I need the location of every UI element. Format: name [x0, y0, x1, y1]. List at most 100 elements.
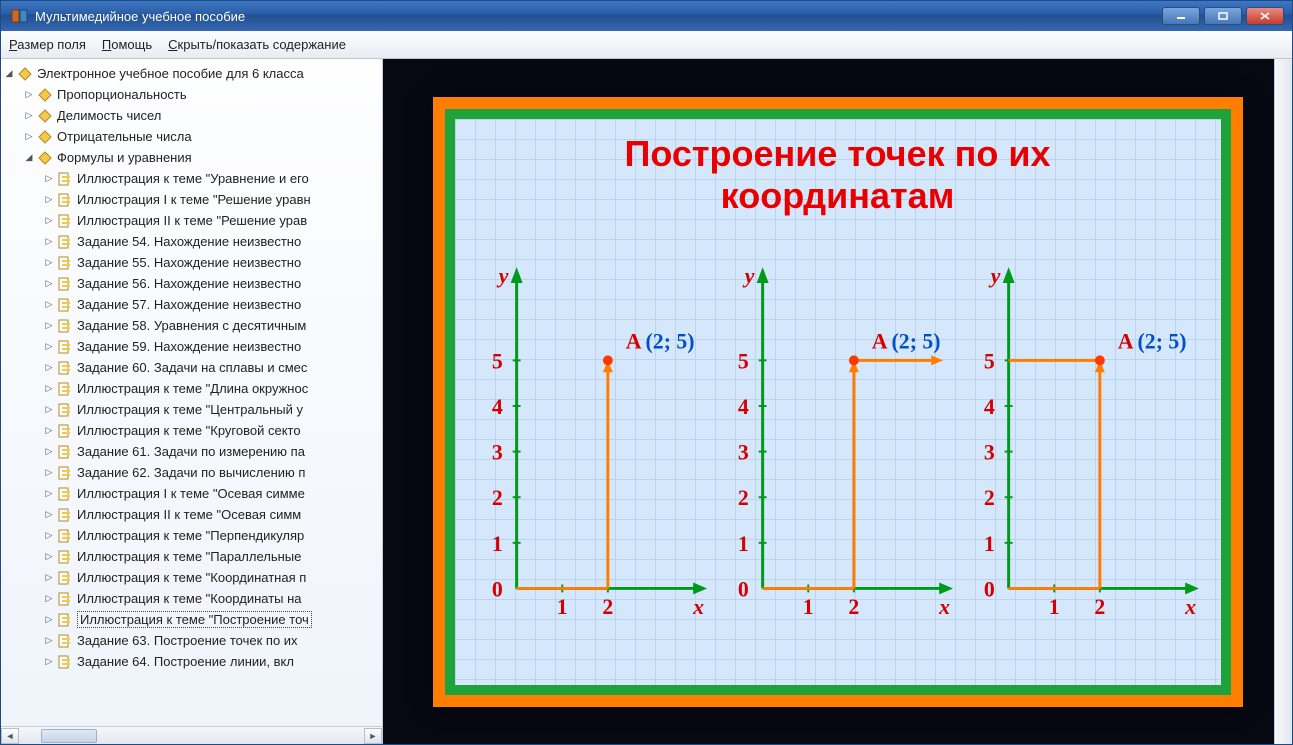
tree-item[interactable]: ▷Иллюстрация к теме "Координаты на — [3, 588, 380, 609]
tree-item[interactable]: ▷ Задание 54. Нахождение неизвестно — [3, 231, 380, 252]
expand-icon[interactable]: ▷ — [43, 425, 55, 437]
svg-text:3: 3 — [491, 441, 502, 465]
tree-item[interactable]: ▷ Иллюстрация к теме "Круговой секто — [3, 420, 380, 441]
menu-field-size[interactable]: Размер поля — [9, 37, 86, 52]
tree-item[interactable]: ▷Задание 61. Задачи по измерению па — [3, 441, 380, 462]
expand-icon[interactable]: ▷ — [43, 341, 55, 353]
expand-icon[interactable]: ▷ — [43, 320, 55, 332]
svg-text:(2; 5): (2; 5) — [891, 330, 940, 354]
svg-text:1: 1 — [802, 596, 813, 620]
maximize-button[interactable] — [1204, 7, 1242, 25]
menu-label: крыть/показать содержание — [178, 37, 346, 52]
collapse-icon[interactable]: ◢ — [23, 152, 35, 164]
svg-text:2: 2 — [491, 486, 502, 510]
tree-item-label: Задание 58. Уравнения с десятичным — [77, 318, 306, 333]
tree-item-label: Задание 64. Построение линии, вкл — [77, 654, 294, 669]
expand-icon[interactable]: ▷ — [43, 404, 55, 416]
tree-item[interactable]: ▷ Задание 60. Задачи на сплавы и смес — [3, 357, 380, 378]
minimize-button[interactable] — [1162, 7, 1200, 25]
tree-item[interactable]: ◢Формулы и уравнения — [3, 147, 380, 168]
tree-item-label: Иллюстрация II к теме "Решение урав — [77, 213, 307, 228]
scroll-right-button[interactable]: ► — [364, 728, 382, 744]
expand-icon[interactable]: ▷ — [43, 299, 55, 311]
expand-icon[interactable]: ▷ — [43, 257, 55, 269]
svg-text:1: 1 — [1048, 596, 1059, 620]
menu-help[interactable]: Помощь — [102, 37, 152, 52]
expand-icon[interactable]: ▷ — [43, 488, 55, 500]
tree-item[interactable]: ▷Задание 63. Построение точек по их — [3, 630, 380, 651]
coordinate-chart-2: 01234512A(2; 5)yx — [719, 235, 957, 664]
expand-icon[interactable]: ▷ — [43, 593, 55, 605]
expand-icon[interactable]: ▷ — [43, 572, 55, 584]
tree-item[interactable]: ▷Иллюстрация к теме "Координатная п — [3, 567, 380, 588]
svg-text:0: 0 — [737, 578, 748, 602]
titlebar[interactable]: Мультимедийное учебное пособие — [1, 1, 1292, 31]
tree-item[interactable]: ▷Иллюстрация к теме "Центральный у — [3, 399, 380, 420]
expand-icon[interactable]: ▷ — [43, 530, 55, 542]
tree-item-label: Электронное учебное пособие для 6 класса — [37, 66, 304, 81]
tree-item[interactable]: ▷Задание 57. Нахождение неизвестно — [3, 294, 380, 315]
expand-icon[interactable]: ▷ — [43, 635, 55, 647]
svg-text:5: 5 — [983, 350, 994, 374]
svg-text:y: y — [987, 264, 1000, 288]
expand-icon[interactable]: ▷ — [23, 89, 35, 101]
tree-item[interactable]: ▷Задание 56. Нахождение неизвестно — [3, 273, 380, 294]
tree-item[interactable]: ▷Пропорциональность — [3, 84, 380, 105]
close-button[interactable] — [1246, 7, 1284, 25]
tree-item[interactable]: ▷ Иллюстрация I к теме "Осевая симме — [3, 483, 380, 504]
v-scrollbar[interactable] — [1274, 59, 1292, 744]
expand-icon[interactable]: ▷ — [43, 383, 55, 395]
tree-item-label: Иллюстрация I к теме "Осевая симме — [77, 486, 305, 501]
expand-icon[interactable]: ▷ — [43, 614, 55, 626]
tree-item[interactable]: ▷Иллюстрация к теме "Уравнение и его — [3, 168, 380, 189]
tree[interactable]: ◢ Электронное учебное пособие для 6 класс… — [1, 59, 382, 696]
expand-icon[interactable]: ▷ — [43, 194, 55, 206]
svg-text:(2; 5): (2; 5) — [1137, 330, 1186, 354]
expand-icon[interactable]: ▷ — [43, 446, 55, 458]
tree-item[interactable]: ▷Иллюстрация к теме "Длина окружнос — [3, 378, 380, 399]
menubar: Размер поля Помощь Скрыть/показать содер… — [1, 31, 1292, 59]
tree-item[interactable]: ▷Делимость чисел — [3, 105, 380, 126]
tree-item-label: Иллюстрация к теме "Круговой секто — [77, 423, 301, 438]
tree-item[interactable]: ▷Иллюстрация II к теме "Осевая симм — [3, 504, 380, 525]
expand-icon[interactable]: ▷ — [23, 110, 35, 122]
svg-text:2: 2 — [737, 486, 748, 510]
menu-toggle-toc[interactable]: Скрыть/показать содержание — [168, 37, 346, 52]
scroll-thumb[interactable] — [41, 729, 97, 743]
tree-item[interactable]: ▷Иллюстрация к теме "Параллельные — [3, 546, 380, 567]
tree-item[interactable]: ▷Иллюстрация к теме "Перпендикуляр — [3, 525, 380, 546]
scroll-left-button[interactable]: ◄ — [1, 728, 19, 744]
expand-icon[interactable]: ▷ — [43, 362, 55, 374]
tree-item[interactable]: ▷ Иллюстрация I к теме "Решение уравн — [3, 189, 380, 210]
expand-icon[interactable]: ▷ — [43, 278, 55, 290]
tree-item[interactable]: ◢ Электронное учебное пособие для 6 класс… — [3, 63, 380, 84]
expand-icon[interactable]: ▷ — [43, 551, 55, 563]
expand-icon[interactable]: ▷ — [23, 131, 35, 143]
tree-item[interactable]: ▷Отрицательные числа — [3, 126, 380, 147]
tree-item-label: Задание 60. Задачи на сплавы и смес — [77, 360, 307, 375]
svg-text:y: y — [495, 264, 508, 288]
tree-item[interactable]: ▷Иллюстрация к теме "Построение точ — [3, 609, 380, 630]
tree-item[interactable]: ▷ Задание 64. Построение линии, вкл — [3, 651, 380, 672]
expand-icon[interactable]: ▷ — [43, 656, 55, 668]
tree-item[interactable]: ▷Задание 62. Задачи по вычислению п — [3, 462, 380, 483]
tree-item-label: Иллюстрация I к теме "Решение уравн — [77, 192, 311, 207]
tree-item[interactable]: ▷ Иллюстрация II к теме "Решение урав — [3, 210, 380, 231]
h-scrollbar[interactable]: ◄ ► — [1, 726, 382, 744]
tree-item-label: Задание 59. Нахождение неизвестно — [77, 339, 301, 354]
expand-icon[interactable]: ▷ — [43, 509, 55, 521]
scroll-track[interactable] — [19, 728, 364, 744]
svg-text:4: 4 — [737, 395, 748, 419]
charts-row: 01234512A(2; 5)yx01234512A(2; 5)yx012345… — [473, 235, 1203, 664]
tree-item[interactable]: ▷ Задание 58. Уравнения с десятичным — [3, 315, 380, 336]
expand-icon[interactable]: ▷ — [43, 215, 55, 227]
expand-icon[interactable]: ▷ — [43, 467, 55, 479]
tree-item[interactable]: ▷Задание 55. Нахождение неизвестно — [3, 252, 380, 273]
tree-item-label: Задание 54. Нахождение неизвестно — [77, 234, 301, 249]
svg-text:4: 4 — [983, 395, 994, 419]
svg-text:1: 1 — [737, 532, 748, 556]
expand-icon[interactable]: ▷ — [43, 173, 55, 185]
expand-icon[interactable]: ▷ — [43, 236, 55, 248]
tree-item[interactable]: ▷ Задание 59. Нахождение неизвестно — [3, 336, 380, 357]
collapse-icon[interactable]: ◢ — [3, 68, 15, 80]
